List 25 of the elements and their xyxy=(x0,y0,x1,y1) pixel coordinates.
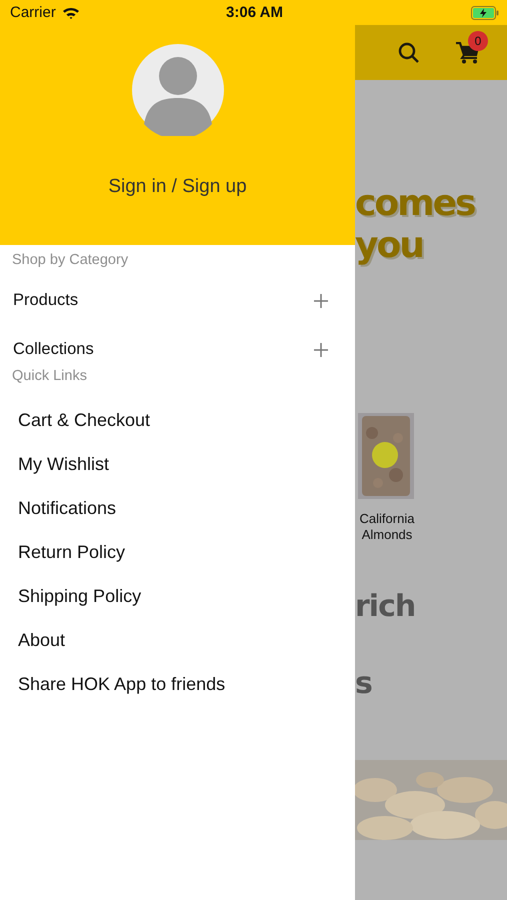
product-name: California Almonds xyxy=(358,511,416,543)
headline-text: s xyxy=(355,666,372,702)
plus-icon[interactable] xyxy=(313,342,329,358)
menu-link[interactable]: Notifications xyxy=(18,498,116,518)
menu-link[interactable]: Share HOK App to friends xyxy=(18,674,226,694)
battery-charging-icon xyxy=(471,6,499,20)
menu-link[interactable]: Shipping Policy xyxy=(18,586,142,606)
category-item[interactable]: Collections xyxy=(13,340,94,359)
wifi-icon xyxy=(62,6,80,19)
search-icon xyxy=(398,42,420,64)
banner-text: comes you xyxy=(355,183,474,267)
section-heading: Shop by Category xyxy=(11,251,130,270)
menu-link[interactable]: Return Policy xyxy=(18,542,126,562)
clock: 3:06 AM xyxy=(226,4,283,21)
section-heading: Quick Links xyxy=(11,368,88,386)
cart-count-badge: 0 xyxy=(468,30,488,50)
plus-icon[interactable] xyxy=(313,292,329,308)
carrier-name: Carrier xyxy=(10,4,56,21)
menu-link[interactable]: About xyxy=(18,630,66,650)
menu-link[interactable]: My Wishlist xyxy=(18,454,109,474)
menu-link[interactable]: Cart & Checkout xyxy=(18,410,150,430)
avatar-icon xyxy=(132,44,224,136)
sign-in-button[interactable]: Sign in / Sign up xyxy=(100,172,255,202)
headline-text: rich xyxy=(355,589,416,625)
category-item[interactable]: Products xyxy=(13,291,78,310)
